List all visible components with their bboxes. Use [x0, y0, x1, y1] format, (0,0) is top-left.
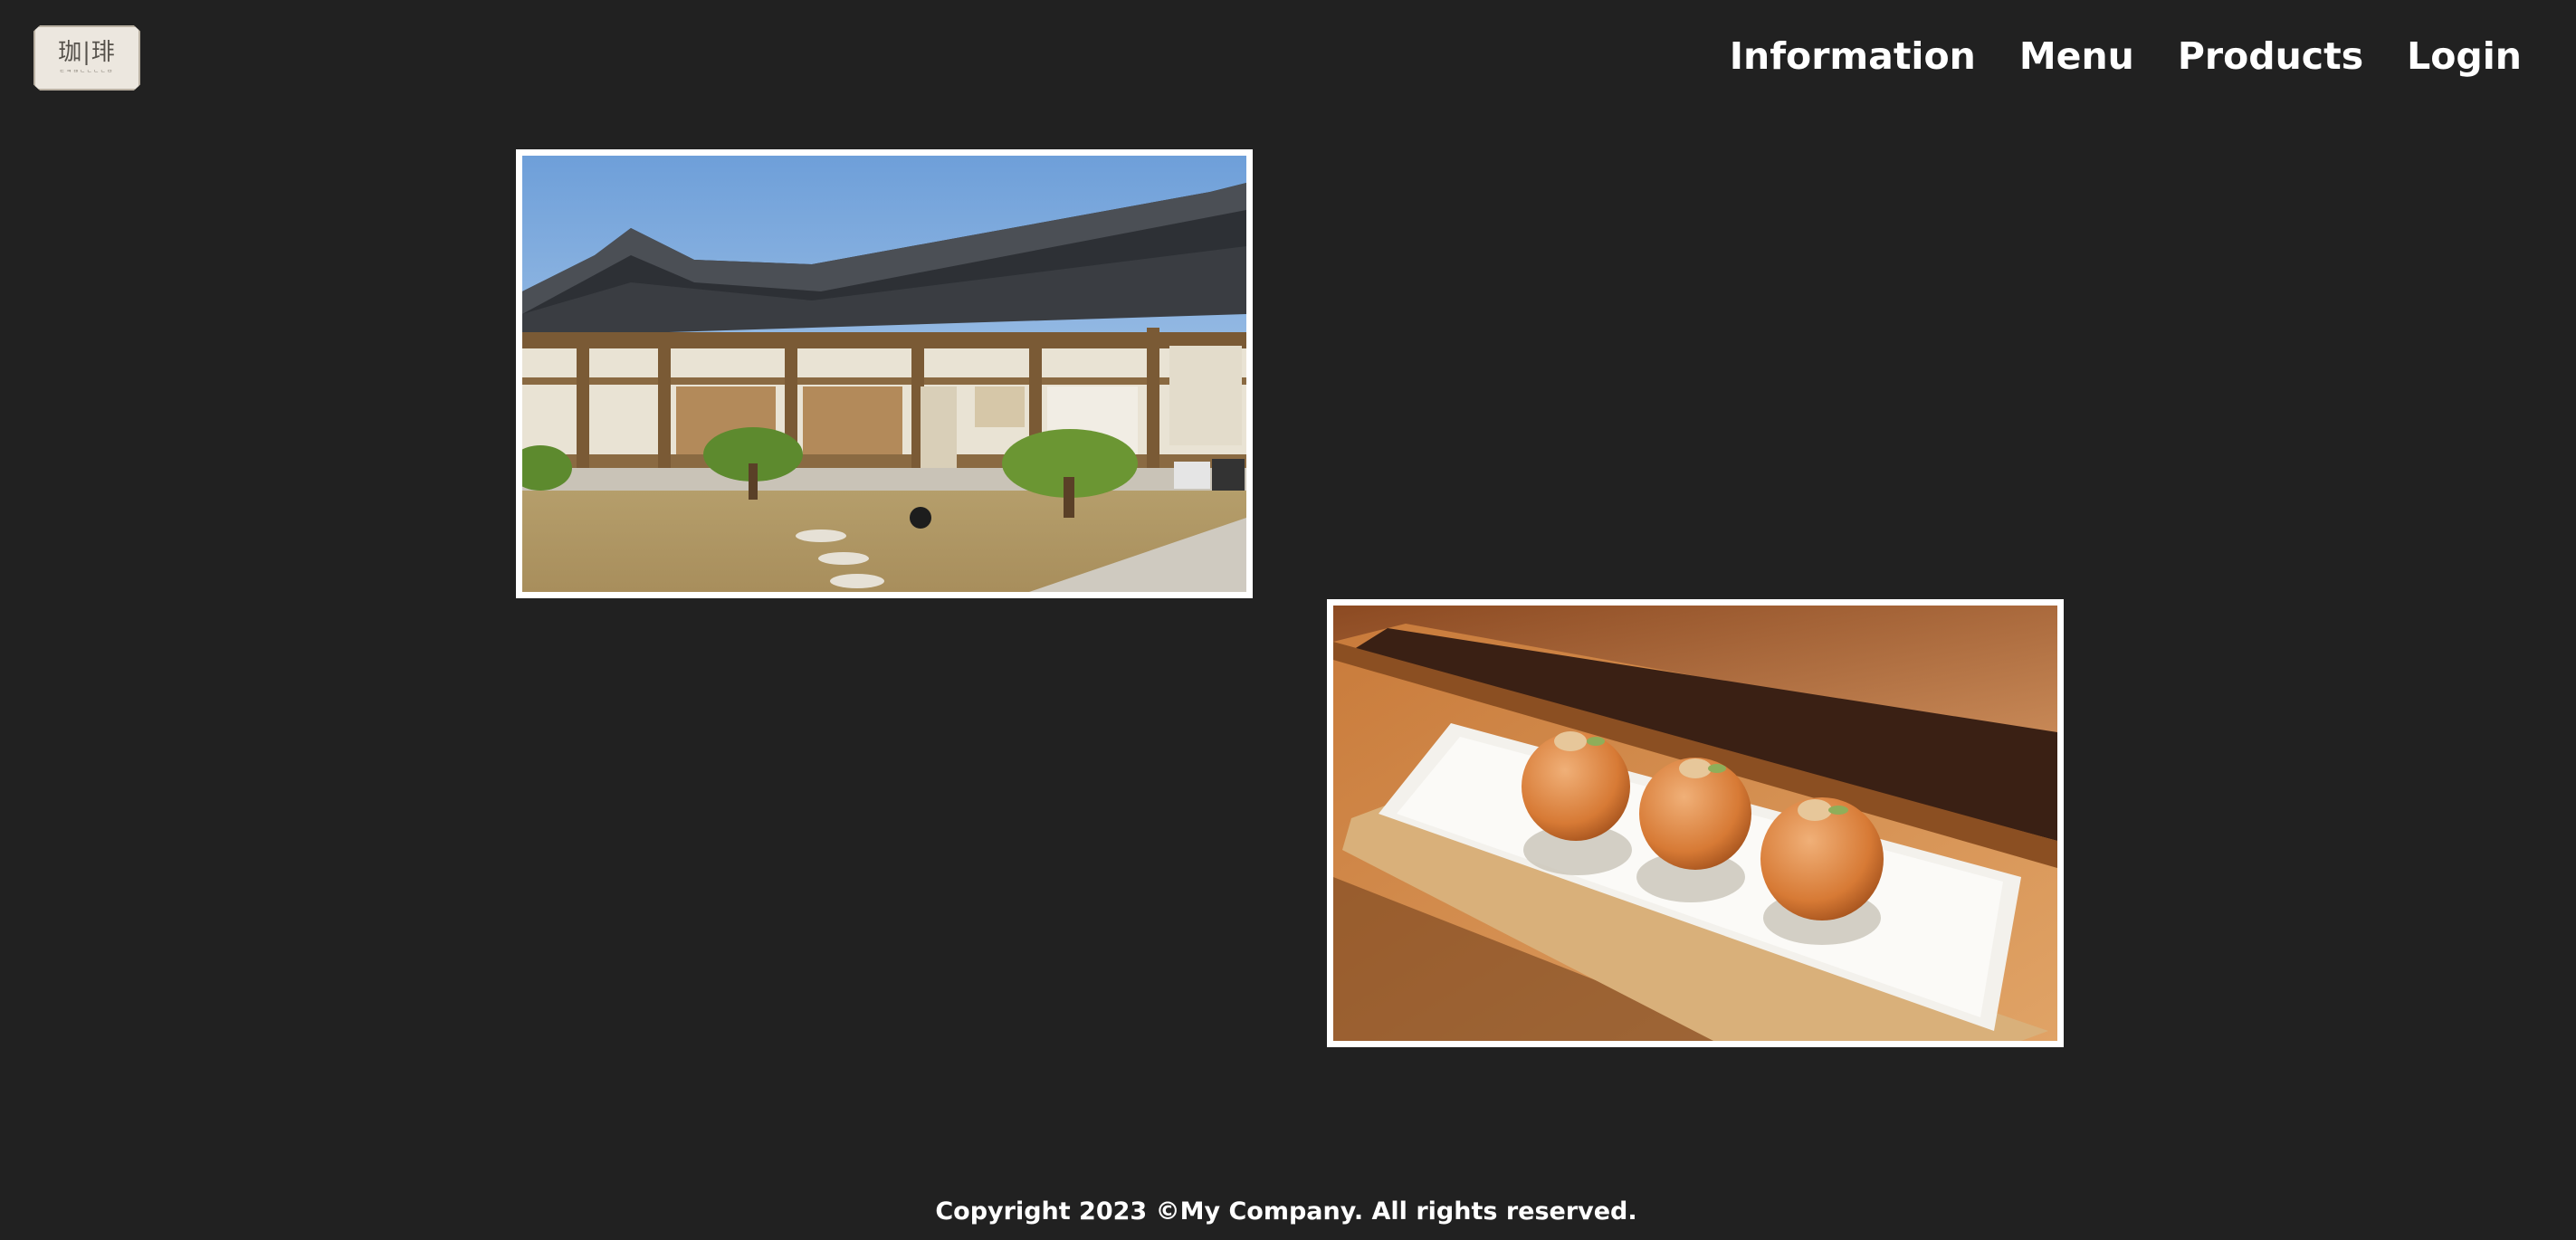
page: 珈|琲 ᄃᄏᄃᄆᄂᄂᄂᄂᄆ Information Menu Products … [0, 0, 2576, 1240]
nav-item-menu[interactable]: Menu [2019, 29, 2134, 83]
nav-item-information[interactable]: Information [1730, 29, 1976, 83]
copyright-text: Copyright 2023 ©My Company. All rights r… [935, 1197, 1637, 1226]
logo[interactable]: 珈|琲 ᄃᄏᄃᄆᄂᄂᄂᄂᄆ [33, 25, 140, 91]
hanok-house-photo [516, 149, 1253, 598]
logo-mark: 珈|琲 [58, 38, 116, 66]
dessert-plate-photo [1327, 599, 2064, 1047]
hanok-house-image [522, 156, 1246, 592]
footer: Copyright 2023 ©My Company. All rights r… [0, 1195, 2576, 1229]
main-nav: Information Menu Products Login [1730, 29, 2522, 83]
dessert-plate-image [1333, 606, 2057, 1041]
nav-item-login[interactable]: Login [2407, 29, 2522, 83]
nav-item-products[interactable]: Products [2178, 29, 2363, 83]
logo-subtext: ᄃᄏᄃᄆᄂᄂᄂᄂᄆ [59, 69, 115, 76]
